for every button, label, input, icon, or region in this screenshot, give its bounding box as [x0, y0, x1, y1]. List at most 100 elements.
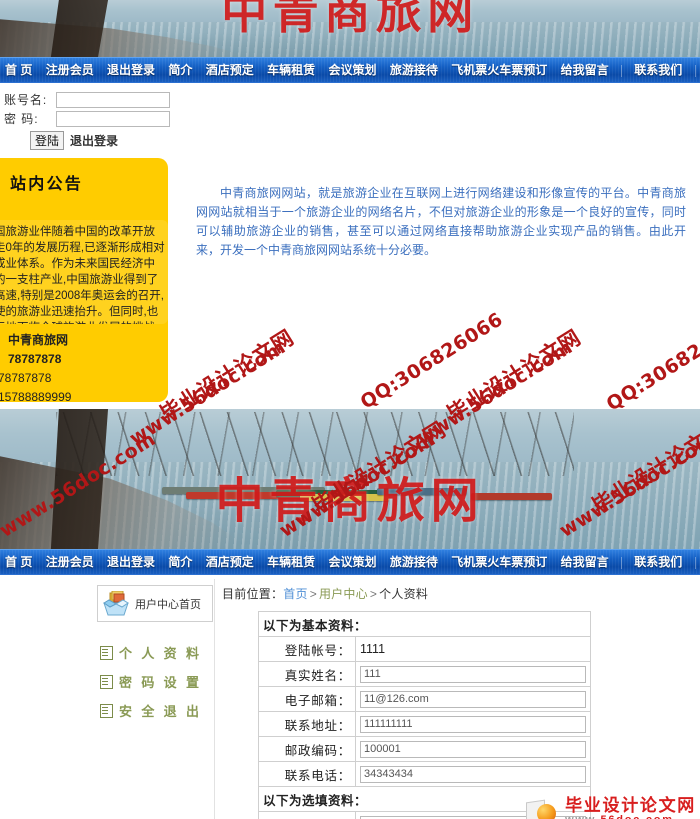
- table-row: 真实姓名：: [258, 661, 591, 687]
- page-root: 中青商旅网 首 页 注册会员 退出登录 简介 酒店预定 车辆租赁 会议策划 旅游…: [0, 0, 700, 819]
- contact-company: 中青商旅网: [8, 333, 69, 347]
- nav2-item-hotel-booking[interactable]: 酒店预定: [201, 550, 259, 574]
- nav2-item-conference[interactable]: 会议策划: [323, 550, 381, 574]
- logo-chinese-name: 毕业设计论文网: [565, 795, 696, 816]
- logout-link[interactable]: 退出登录: [70, 132, 118, 149]
- contact-phone-second: 78787878: [0, 371, 52, 385]
- field-label-email: 电子邮箱：: [258, 686, 356, 712]
- nav-item-register[interactable]: 注册会员: [41, 58, 99, 82]
- nav2-item-register[interactable]: 注册会员: [41, 550, 99, 574]
- nav-item-hotel-booking[interactable]: 酒店预定: [201, 58, 259, 82]
- nav-item-travel-reception[interactable]: 旅游接待: [385, 58, 443, 82]
- password-input[interactable]: [56, 110, 170, 127]
- nav-separator: [694, 64, 696, 77]
- bottom-banner: 中青商旅网: [0, 409, 700, 549]
- login-account-row: 账号名:: [4, 91, 700, 108]
- breadcrumb-current: 个人资料: [379, 587, 429, 601]
- account-input[interactable]: [56, 91, 170, 108]
- nav2-item-ticket-booking[interactable]: 飞机票火车票预订: [446, 550, 552, 574]
- field-cell-phone: [355, 761, 591, 787]
- main-navigation-top[interactable]: 首 页 注册会员 退出登录 简介 酒店预定 车辆租赁 会议策划 旅游接待 飞机票…: [0, 57, 700, 83]
- field-cell-email: [355, 686, 591, 712]
- password-label: 密 码:: [4, 112, 39, 126]
- sidebar-item-password[interactable]: 密 码 设 置: [100, 667, 206, 696]
- field-label-mobile: 移动电话：: [258, 811, 356, 819]
- logo-url: www.56doc.com: [565, 815, 696, 819]
- sidebar-item-label: 个 人 资 料: [119, 646, 202, 661]
- profile-table: 以下为基本资料： 登陆帐号： 1111 真实姓名： 电子邮箱：: [258, 611, 591, 819]
- field-label-phone: 联系电话：: [258, 761, 356, 787]
- document-icon: [100, 703, 113, 718]
- middle-section: 站内公告 国旅游业伴随着中国的改革开放走0年的发展历程,已逐渐形成相对成业体系。…: [0, 154, 700, 409]
- sidebar-item-label: 密 码 设 置: [119, 675, 202, 690]
- breadcrumb-prefix: 目前位置：: [222, 587, 284, 601]
- sidebar-item-label: 安 全 退 出: [119, 704, 202, 719]
- table-row: 登陆帐号： 1111: [258, 636, 591, 662]
- profile-form: 以下为基本资料： 登陆帐号： 1111 真实姓名： 电子邮箱：: [258, 611, 591, 819]
- account-label: 账号名:: [4, 93, 48, 107]
- contact-mobile: 15788889999: [0, 390, 72, 404]
- logo-text: 毕业设计论文网 www.56doc.com: [565, 795, 696, 819]
- nav-item-contact[interactable]: 联系我们: [629, 58, 687, 82]
- login-panel: 账号名: 密 码: 登陆 退出登录: [0, 83, 700, 154]
- user-center-content: 用户中心首页 目前位置：首页 > 用户中心 > 个人资料 个 人 资 料 密 码 设 置…: [0, 575, 700, 819]
- nav-item-home[interactable]: 首 页: [0, 58, 37, 82]
- email-input[interactable]: [360, 690, 586, 708]
- sidebar-item-profile[interactable]: 个 人 资 料: [100, 638, 206, 667]
- breadcrumb: 目前位置：首页 > 用户中心 > 个人资料: [222, 585, 428, 602]
- table-row: 电子邮箱：: [258, 686, 591, 712]
- site-logo: 毕业设计论文网 www.56doc.com: [526, 795, 696, 819]
- realname-input[interactable]: [360, 665, 586, 683]
- field-value-account: 1111: [355, 636, 591, 662]
- logo-url-main: 56doc.com: [600, 814, 673, 819]
- logo-url-prefix: www.: [565, 814, 600, 819]
- phone-input[interactable]: [360, 765, 586, 783]
- breadcrumb-arrow: >: [369, 587, 378, 601]
- login-actions: 登陆 退出登录: [30, 131, 700, 150]
- user-center-home-button[interactable]: 用户中心首页: [97, 585, 213, 622]
- breadcrumb-arrow: >: [309, 587, 317, 601]
- sidebar-item-logout[interactable]: 安 全 退 出: [100, 696, 206, 725]
- main-navigation-bottom[interactable]: 首 页 注册会员 退出登录 简介 酒店预定 车辆租赁 会议策划 旅游接待 飞机票…: [0, 549, 700, 575]
- user-center-sidebar: 个 人 资 料 密 码 设 置 安 全 退 出: [100, 638, 206, 725]
- field-label-postcode: 邮政编码：: [258, 736, 356, 762]
- content-divider: [214, 579, 215, 819]
- nav-item-ticket-booking[interactable]: 飞机票火车票预订: [446, 58, 552, 82]
- nav-separator: [694, 556, 696, 569]
- nav2-item-travel-reception[interactable]: 旅游接待: [385, 550, 443, 574]
- field-cell-postcode: [355, 736, 591, 762]
- breadcrumb-user-center-link[interactable]: 用户中心: [319, 587, 368, 601]
- field-label-account: 登陆帐号：: [258, 636, 356, 662]
- nav-item-conference[interactable]: 会议策划: [323, 58, 381, 82]
- nav2-item-intro[interactable]: 简介: [163, 550, 197, 574]
- graduation-paper-icon: [526, 799, 560, 819]
- top-banner: 中青商旅网: [0, 0, 700, 57]
- address-input[interactable]: [360, 715, 586, 733]
- section-basic-header: 以下为基本资料：: [258, 611, 591, 637]
- announcement-contact: 中青商旅网 78787878 78787878 15788889999: [0, 331, 166, 407]
- table-section-row: 以下为基本资料：: [258, 611, 591, 637]
- nav2-item-contact[interactable]: 联系我们: [629, 550, 687, 574]
- open-box-icon: [102, 590, 130, 617]
- nav2-item-guestbook[interactable]: 给我留言: [556, 550, 614, 574]
- banner-title-bottom: 中青商旅网: [215, 473, 485, 529]
- contact-phone-main: 78787878: [8, 352, 62, 366]
- nav2-item-home[interactable]: 首 页: [0, 550, 37, 574]
- nav2-item-logout[interactable]: 退出登录: [102, 550, 160, 574]
- field-cell-realname: [355, 661, 591, 687]
- field-cell-address: [355, 711, 591, 737]
- nav-item-guestbook[interactable]: 给我留言: [556, 58, 614, 82]
- table-row: 邮政编码：: [258, 736, 591, 762]
- login-submit-button[interactable]: 登陆: [30, 131, 65, 150]
- nav2-item-car-rental[interactable]: 车辆租赁: [262, 550, 320, 574]
- document-icon: [100, 674, 113, 689]
- nav-item-car-rental[interactable]: 车辆租赁: [262, 58, 320, 82]
- nav-item-logout[interactable]: 退出登录: [102, 58, 160, 82]
- breadcrumb-home-link[interactable]: 首页: [283, 587, 307, 601]
- user-center-home-label: 用户中心首页: [135, 598, 201, 611]
- announcement-title: 站内公告: [10, 174, 83, 193]
- table-row: 联系地址：: [258, 711, 591, 737]
- nav-separator: [620, 64, 622, 77]
- postcode-input[interactable]: [360, 740, 586, 758]
- nav-item-intro[interactable]: 简介: [163, 58, 197, 82]
